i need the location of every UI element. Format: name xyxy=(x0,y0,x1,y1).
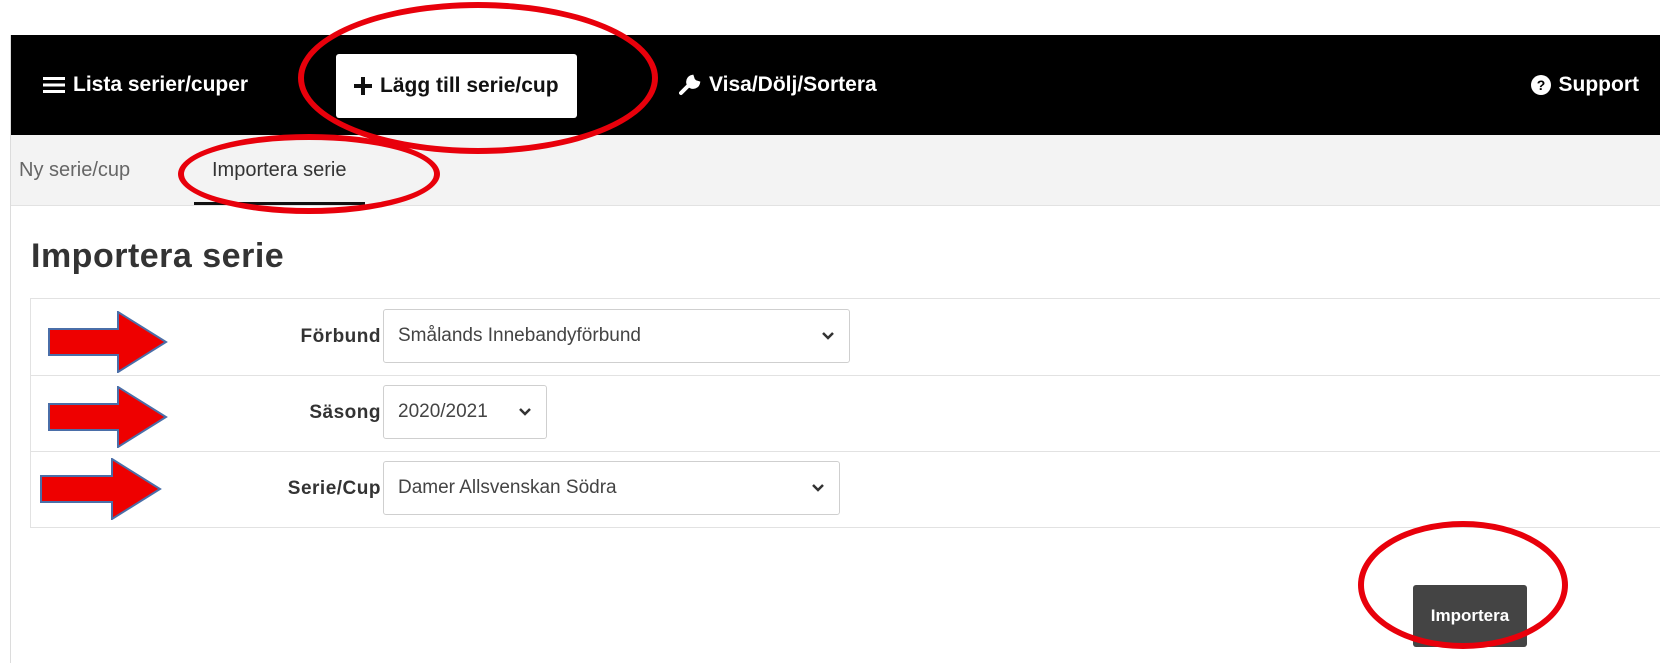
nav-sort-label: Visa/Dölj/Sortera xyxy=(709,73,877,96)
series-select[interactable]: Damer Allsvenskan Södra xyxy=(383,461,840,515)
season-label: Säsong xyxy=(309,402,381,423)
svg-text:?: ? xyxy=(1536,77,1545,93)
annotation-arrow-icon xyxy=(40,458,162,520)
nav-support-label: Support xyxy=(1558,73,1639,96)
annotation-oval xyxy=(298,2,658,154)
import-form: Förbund Smålands Innebandyförbund Säsong… xyxy=(30,298,1660,528)
form-row-federation: Förbund Smålands Innebandyförbund xyxy=(31,299,1660,376)
series-label: Serie/Cup xyxy=(287,478,381,499)
top-navbar: Lista serier/cuper Lägg till serie/cup V… xyxy=(11,35,1660,135)
federation-value: Smålands Innebandyförbund xyxy=(398,325,641,346)
nav-list-label: Lista serier/cuper xyxy=(73,73,249,96)
nav-support[interactable]: ? Support xyxy=(1530,35,1639,135)
season-value: 2020/2021 xyxy=(398,401,488,422)
annotation-oval xyxy=(1358,521,1568,649)
annotation-arrow-icon xyxy=(48,386,168,448)
chevron-down-icon xyxy=(518,404,532,426)
chevron-down-icon xyxy=(821,328,835,350)
season-select[interactable]: 2020/2021 xyxy=(383,385,547,439)
nav-list-series[interactable]: Lista serier/cuper xyxy=(43,35,248,135)
chevron-down-icon xyxy=(811,480,825,502)
federation-select[interactable]: Smålands Innebandyförbund xyxy=(383,309,850,363)
tab-new-series[interactable]: Ny serie/cup xyxy=(19,135,130,205)
federation-label: Förbund xyxy=(300,326,381,347)
form-row-season: Säsong 2020/2021 xyxy=(31,375,1660,452)
series-value: Damer Allsvenskan Södra xyxy=(398,477,617,498)
wrench-icon xyxy=(679,74,701,96)
tab-new-series-label: Ny serie/cup xyxy=(19,158,131,181)
annotation-oval xyxy=(178,134,440,214)
question-circle-icon: ? xyxy=(1530,75,1551,95)
form-row-series: Serie/Cup Damer Allsvenskan Södra xyxy=(31,451,1660,527)
annotation-arrow-icon xyxy=(48,311,168,373)
nav-show-hide-sort[interactable]: Visa/Dölj/Sortera xyxy=(679,35,877,135)
page-title: Importera serie xyxy=(31,237,285,275)
hamburger-icon xyxy=(43,76,65,94)
